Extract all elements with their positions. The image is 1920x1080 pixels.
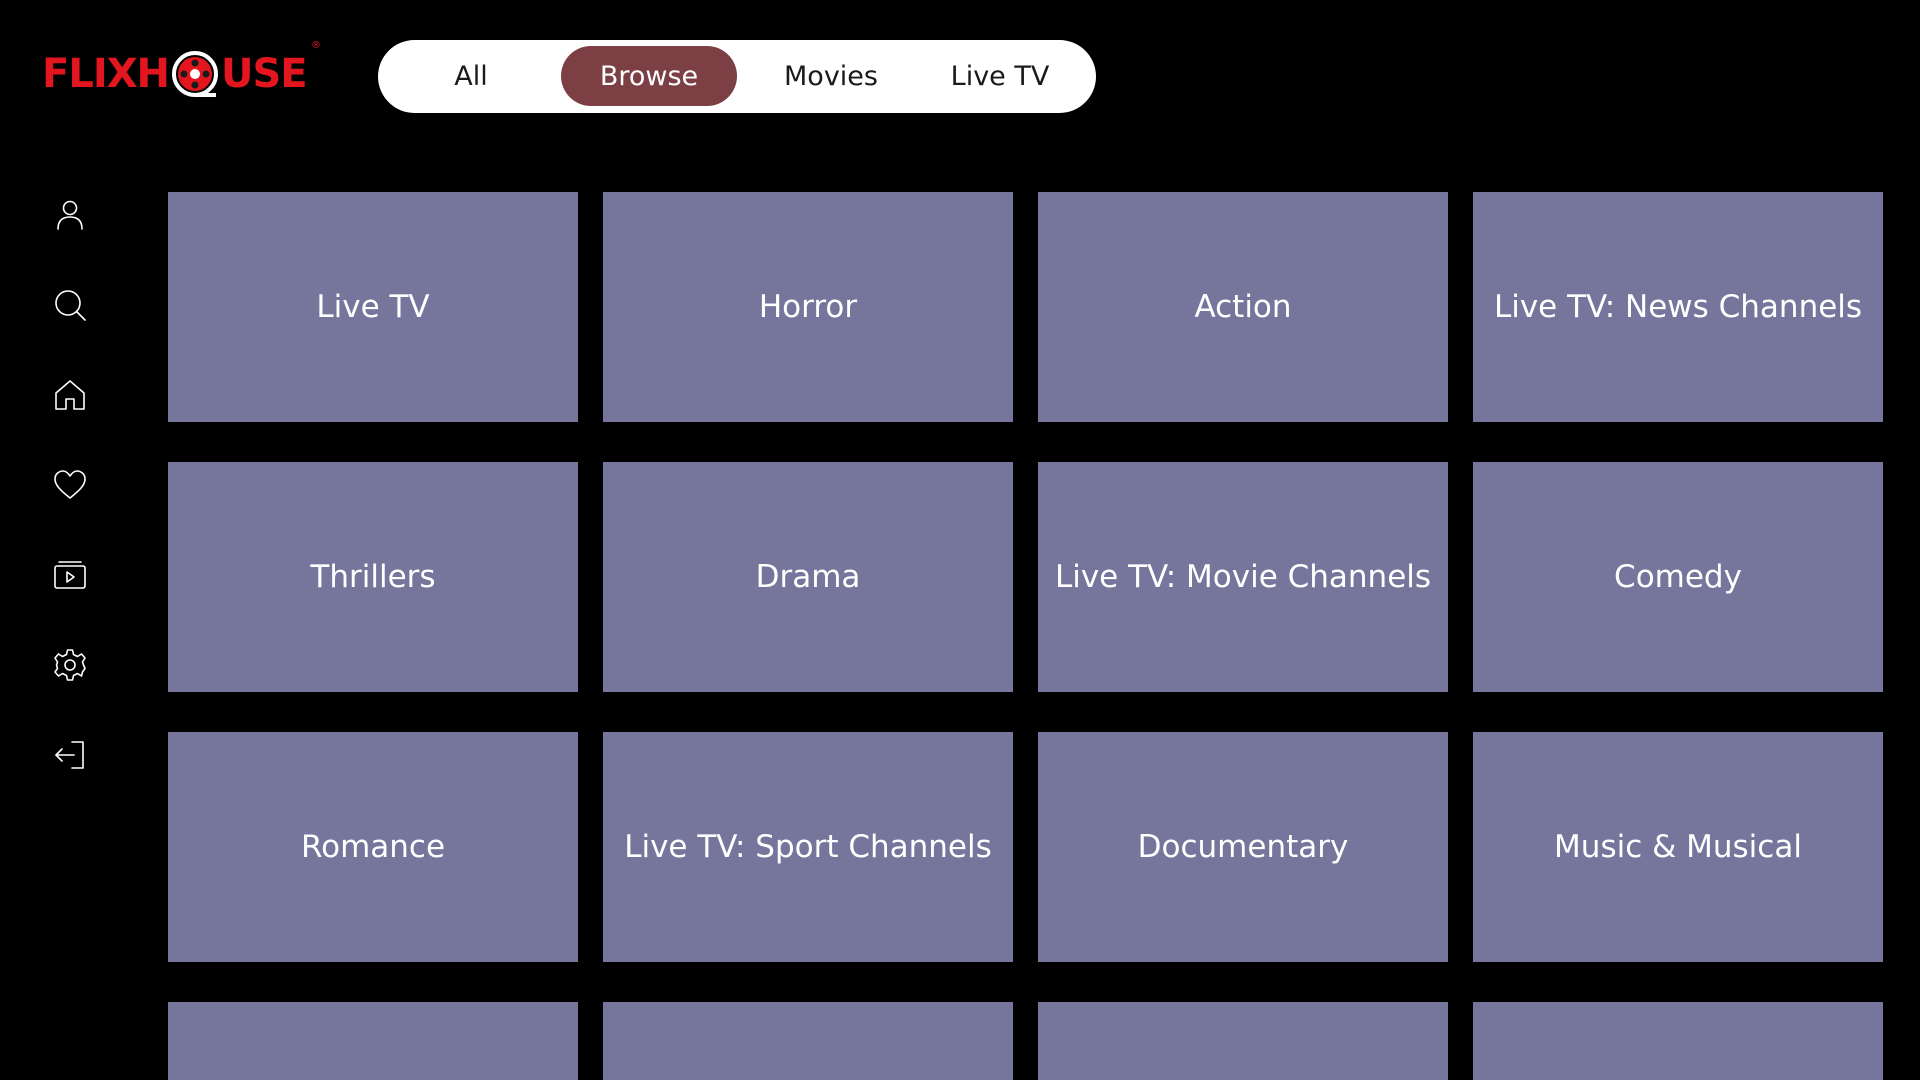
tab-browse[interactable]: Browse	[561, 46, 737, 106]
play-library-icon[interactable]	[50, 555, 90, 595]
top-tab-bar: All Browse Movies Live TV	[378, 40, 1096, 113]
category-tile-thrillers[interactable]: Thrillers	[168, 462, 578, 692]
user-icon[interactable]	[50, 195, 90, 235]
category-tile-romance[interactable]: Romance	[168, 732, 578, 962]
tab-movies[interactable]: Movies	[756, 46, 906, 106]
category-tile-news-channels[interactable]: Live TV: News Channels	[1473, 192, 1883, 422]
logo-text: FLIXH	[42, 51, 170, 97]
home-icon[interactable]	[50, 375, 90, 415]
heart-icon[interactable]	[50, 465, 90, 505]
category-tile-drama[interactable]: Drama	[603, 462, 1013, 692]
settings-icon[interactable]	[50, 645, 90, 685]
category-tile[interactable]	[603, 1002, 1013, 1080]
tab-live-tv[interactable]: Live TV	[925, 46, 1075, 106]
category-tile-documentary[interactable]: Documentary	[1038, 732, 1448, 962]
logout-icon[interactable]	[50, 735, 90, 775]
category-tile-comedy[interactable]: Comedy	[1473, 462, 1883, 692]
search-icon[interactable]	[50, 285, 90, 325]
category-tile[interactable]	[1038, 1002, 1448, 1080]
category-tile-horror[interactable]: Horror	[603, 192, 1013, 422]
category-tile[interactable]	[168, 1002, 578, 1080]
registered-mark: ®	[311, 40, 321, 51]
category-tile-music-musical[interactable]: Music & Musical	[1473, 732, 1883, 962]
tab-all[interactable]: All	[406, 46, 536, 106]
logo-text: USE	[221, 51, 308, 97]
flixhouse-logo: FLIXH USE ®	[42, 40, 321, 104]
category-tile-action[interactable]: Action	[1038, 192, 1448, 422]
category-tile-movie-channels[interactable]: Live TV: Movie Channels	[1038, 462, 1448, 692]
film-reel-icon	[170, 49, 220, 99]
category-tile-live-tv[interactable]: Live TV	[168, 192, 578, 422]
category-tile-sport-channels[interactable]: Live TV: Sport Channels	[603, 732, 1013, 962]
category-tile[interactable]	[1473, 1002, 1883, 1080]
